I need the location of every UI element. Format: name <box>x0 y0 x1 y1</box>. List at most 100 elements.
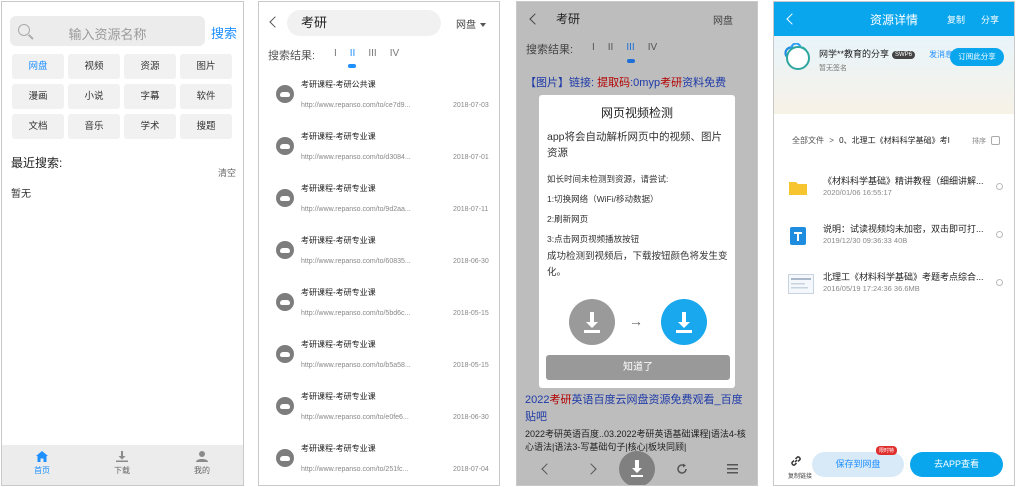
result-item[interactable]: 考研课程-考研专业课 http://www.repanso.com/to/e0fe… <box>259 384 499 434</box>
file-row[interactable]: 《材料科学基础》精讲教程（细细讲解... 2020/01/06 16:55:17 <box>774 170 1014 214</box>
cloud-icon <box>276 345 294 363</box>
category-item[interactable]: 软件 <box>180 84 232 109</box>
tab-page-1[interactable]: I <box>334 48 337 59</box>
open-app-button[interactable]: 去APP查看 <box>910 452 1003 477</box>
search-button[interactable]: 搜索 <box>211 23 237 42</box>
file-meta: 2016/05/19 17:24:36 36.6MB <box>823 284 920 293</box>
back-icon[interactable] <box>269 16 281 28</box>
category-item[interactable]: 搜题 <box>180 114 232 139</box>
back-icon[interactable] <box>529 13 541 25</box>
subscribe-button[interactable]: 订阅此分享 <box>950 48 1004 66</box>
category-item[interactable]: 学术 <box>124 114 176 139</box>
image-file-icon <box>788 274 814 294</box>
active-tab-indicator <box>348 64 356 68</box>
action-bar: 复制链接 保存到网盘 限时特 去APP查看 <box>774 445 1014 485</box>
got-it-button[interactable]: 知道了 <box>546 355 730 380</box>
result-item[interactable]: 考研课程-考研专业课 http://www.repanso.com/to/d308… <box>259 124 499 174</box>
result-item[interactable]: 考研课程-考研专业课 http://www.repanso.com/to/251f… <box>259 436 499 485</box>
tab-page-2[interactable]: II <box>608 42 614 53</box>
file-row[interactable]: 北理工《材料科学基础》考题考点综合... 2016/05/19 17:24:36 … <box>774 266 1014 310</box>
bg-result-title-2[interactable]: 2022考研英语百度云网盘资源免费观看_百度贴吧 <box>525 392 751 426</box>
category-item[interactable]: 漫画 <box>12 84 64 109</box>
link-icon[interactable] <box>789 454 803 468</box>
file-name: 《材料科学基础》精讲教程（细细讲解... <box>823 176 984 186</box>
bg-result-title[interactable]: 【图片】链接: 提取码:0myp考研资料免费 <box>525 75 751 92</box>
nav-mine-label: 我的 <box>194 466 210 475</box>
category-item[interactable]: 网盘 <box>12 54 64 79</box>
arrow-right-icon: → <box>629 313 643 329</box>
nav-download[interactable]: 下载 <box>92 451 152 476</box>
nav-home[interactable]: 首页 <box>12 451 72 476</box>
tab-page-4[interactable]: IV <box>390 48 399 59</box>
result-item[interactable]: 考研课程-考研公共课 http://www.repanso.com/to/ce7d… <box>259 72 499 122</box>
result-url: http://www.repanso.com/to/d3084... <box>301 154 411 161</box>
result-url: http://www.repanso.com/to/e0fe6... <box>301 414 409 421</box>
breadcrumb-separator: > <box>829 136 834 145</box>
file-select-radio[interactable] <box>996 231 1003 238</box>
file-meta: 2019/12/30 09:36:33 40B <box>823 236 908 245</box>
result-item[interactable]: 考研课程-考研专业课 http://www.repanso.com/to/9d2a… <box>259 176 499 226</box>
tab-page-1[interactable]: I <box>592 42 595 53</box>
file-select-radio[interactable] <box>996 183 1003 190</box>
refresh-icon[interactable] <box>676 463 688 475</box>
search-input[interactable]: 输入资源名称 <box>10 16 205 46</box>
result-date: 2018-05-15 <box>453 310 489 317</box>
category-item[interactable]: 资源 <box>124 54 176 79</box>
download-button[interactable] <box>619 451 655 485</box>
result-title: 考研课程-考研专业课 <box>301 236 376 245</box>
category-item[interactable]: 字幕 <box>124 84 176 109</box>
tab-page-3[interactable]: III <box>626 42 634 53</box>
empty-label: 暂无 <box>11 189 31 200</box>
keyword-input[interactable]: 考研 <box>287 10 441 36</box>
result-title: 考研课程-考研专业课 <box>301 392 376 401</box>
category-item[interactable]: 视频 <box>68 54 120 79</box>
category-item[interactable]: 音乐 <box>68 114 120 139</box>
recent-search-label: 最近搜索: <box>11 156 63 170</box>
result-date: 2018-06-30 <box>453 258 489 265</box>
save-to-pan-button[interactable]: 保存到网盘 <box>812 452 904 477</box>
select-all-checkbox[interactable] <box>991 136 1000 145</box>
sort-button[interactable]: 排序 <box>972 136 986 146</box>
clear-history-button[interactable]: 清空 <box>218 166 236 179</box>
breadcrumb-root[interactable]: 全部文件 <box>792 136 824 145</box>
owner-signature: 暂无签名 <box>819 65 847 72</box>
category-item[interactable]: 小说 <box>68 84 120 109</box>
file-meta: 2020/01/06 16:55:17 <box>823 188 892 197</box>
forward-icon[interactable] <box>585 463 597 475</box>
result-title: 考研课程-考研专业课 <box>301 132 376 141</box>
file-row[interactable]: 说明：试读视频均未加密，双击即可打... 2019/12/30 09:36:33 … <box>774 218 1014 262</box>
category-item[interactable]: 图片 <box>180 54 232 79</box>
tab-page-3[interactable]: III <box>368 48 376 59</box>
source-select[interactable]: 网盘 <box>713 12 733 27</box>
download-grey-icon <box>569 299 615 345</box>
share-button[interactable]: 分享 <box>981 13 999 26</box>
bottom-nav: 首页 下载 我的 <box>2 445 243 485</box>
breadcrumb: 全部文件 > 0、北理工《材料科学基础》考I <box>792 135 950 146</box>
category-item[interactable]: 文档 <box>12 114 64 139</box>
tab-page-2[interactable]: II <box>350 48 356 59</box>
tab-page-4[interactable]: IV <box>648 42 657 53</box>
result-title: 考研课程-考研专业课 <box>301 184 376 193</box>
result-date: 2018-07-11 <box>453 206 489 213</box>
result-date: 2018-07-04 <box>453 466 489 473</box>
dialog-title: 网页视频检测 <box>600 106 673 120</box>
person-icon <box>196 451 208 462</box>
file-name: 北理工《材料科学基础》考题考点综合... <box>823 272 984 282</box>
cloud-icon <box>276 241 294 259</box>
nav-mine[interactable]: 我的 <box>172 451 232 476</box>
result-url: http://www.repanso.com/to/60835... <box>301 258 411 265</box>
result-item[interactable]: 考研课程-考研专业课 http://www.repanso.com/to/6083… <box>259 228 499 278</box>
result-item[interactable]: 考研课程-考研专业课 http://www.repanso.com/to/5bd6… <box>259 280 499 330</box>
dialog-note: 成功检测到视频后，下载按钮颜色将发生变化。 <box>547 251 728 278</box>
active-tab-indicator <box>627 59 635 63</box>
menu-icon[interactable] <box>727 463 738 474</box>
owner-name: 网学**教育的分享 SWP6 <box>819 47 916 60</box>
page-tabs: I II III IV <box>334 48 412 59</box>
source-select[interactable]: 网盘 <box>456 16 486 31</box>
result-item[interactable]: 考研课程-考研专业课 http://www.repanso.com/to/b5a5… <box>259 332 499 382</box>
result-url: http://www.repanso.com/to/251fc... <box>301 466 409 473</box>
result-title: 考研课程-考研专业课 <box>301 444 376 453</box>
copy-button[interactable]: 复制 <box>947 13 965 26</box>
file-select-radio[interactable] <box>996 279 1003 286</box>
back-icon[interactable] <box>541 463 553 475</box>
